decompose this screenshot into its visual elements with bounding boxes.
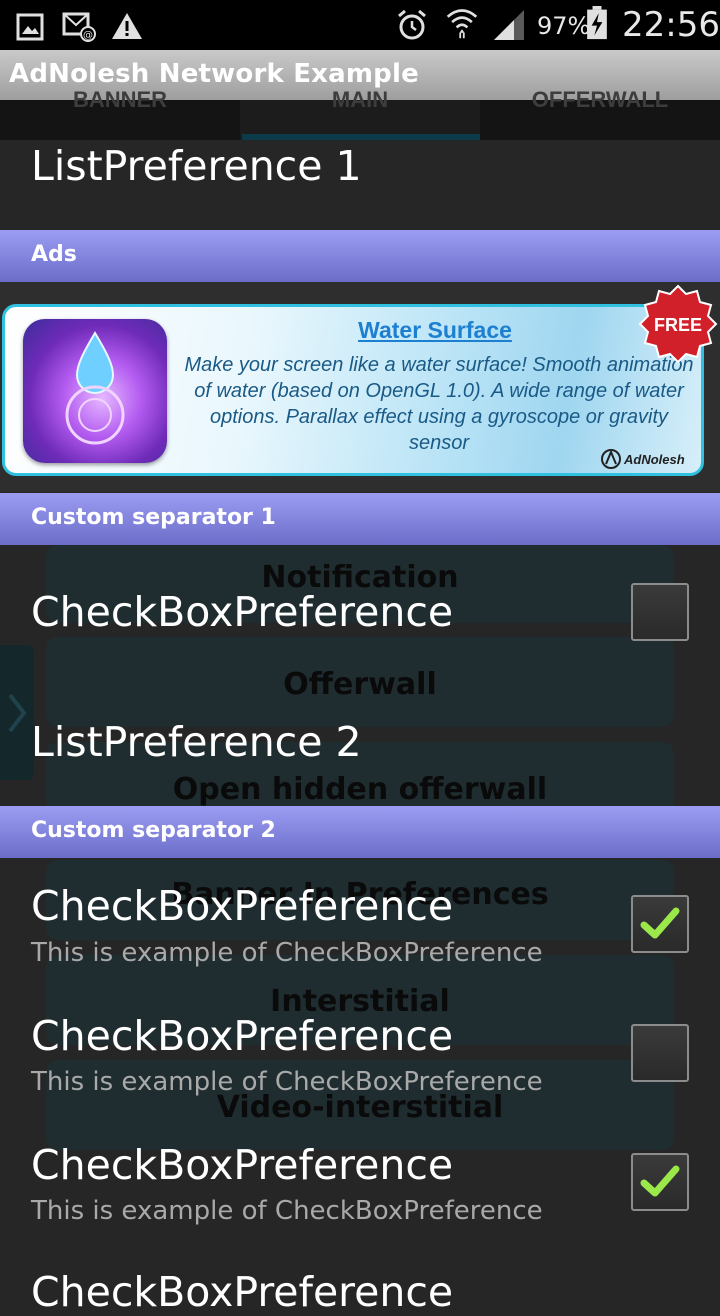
checkbox-preference-2-summary: This is example of CheckBoxPreference [31, 938, 543, 968]
water-surface-app-icon [23, 319, 167, 463]
gallery-icon [16, 13, 44, 41]
tab-indicator [242, 134, 480, 140]
checkmark-icon [640, 1165, 680, 1197]
tab-label: MAIN [331, 87, 389, 112]
checkbox-preference-5-title[interactable]: CheckBoxPreference [31, 1268, 453, 1316]
checkbox-preference-3-title[interactable]: CheckBoxPreference [31, 1012, 453, 1060]
adnolesh-logo: AdNolesh [601, 449, 685, 469]
checkbox-preference-4-summary: This is example of CheckBoxPreference [31, 1196, 543, 1226]
custom-separator-1-label: Custom separator 1 [31, 505, 276, 530]
checkbox-preference-3[interactable] [631, 1024, 689, 1082]
battery-percent: 97% [537, 12, 591, 40]
checkbox-preference-2-title[interactable]: CheckBoxPreference [31, 882, 453, 930]
list-preference-2[interactable]: ListPreference 2 [31, 718, 362, 766]
chevron-right-icon [8, 693, 27, 733]
email-sync-icon: @ [62, 12, 96, 42]
custom-separator-1: Custom separator 1 [0, 493, 720, 545]
ad-description: Make your screen like a water surface! S… [184, 354, 694, 454]
checkbox-preference-1[interactable] [631, 583, 689, 641]
ads-header: Ads [0, 230, 720, 282]
alarm-icon [398, 9, 426, 40]
battery-charging-icon [587, 6, 607, 40]
status-bar: @ 97% 22:56 [0, 0, 720, 50]
checkmark-icon [640, 907, 680, 939]
ads-header-label: Ads [31, 242, 77, 267]
ad-title[interactable]: Water Surface [155, 317, 701, 344]
checkbox-preference-3-summary: This is example of CheckBoxPreference [31, 1067, 543, 1097]
wifi-icon [446, 9, 478, 39]
custom-separator-2: Custom separator 2 [0, 806, 720, 858]
offerwall-button-label: Offerwall [283, 667, 437, 702]
list-preference-1[interactable]: ListPreference 1 [31, 142, 362, 190]
tab-label: BANNER [72, 87, 168, 112]
clock: 22:56 [622, 5, 720, 45]
drawer-handle[interactable] [0, 645, 34, 780]
tab-label: OFFERWALL [531, 87, 669, 112]
warning-icon [112, 13, 142, 39]
checkbox-preference-1-title[interactable]: CheckBoxPreference [31, 588, 453, 636]
checkbox-preference-4[interactable] [631, 1153, 689, 1211]
checkbox-preference-2[interactable] [631, 895, 689, 953]
checkbox-preference-4-title[interactable]: CheckBoxPreference [31, 1141, 453, 1189]
app-title: AdNolesh Network Example [9, 59, 419, 89]
svg-text:@: @ [83, 30, 93, 41]
adnolesh-logo-text: AdNolesh [623, 452, 685, 467]
ad-banner[interactable]: Water Surface Make your screen like a wa… [2, 304, 704, 476]
free-badge-label: FREE [654, 315, 702, 335]
custom-separator-2-label: Custom separator 2 [31, 818, 276, 843]
open-hidden-offerwall-label: Open hidden offerwall [172, 772, 548, 807]
tab-banner[interactable]: BANNER [0, 89, 240, 140]
free-badge-icon: FREE [638, 284, 718, 364]
signal-icon [494, 10, 524, 40]
tab-offerwall[interactable]: OFFERWALL [480, 89, 720, 140]
